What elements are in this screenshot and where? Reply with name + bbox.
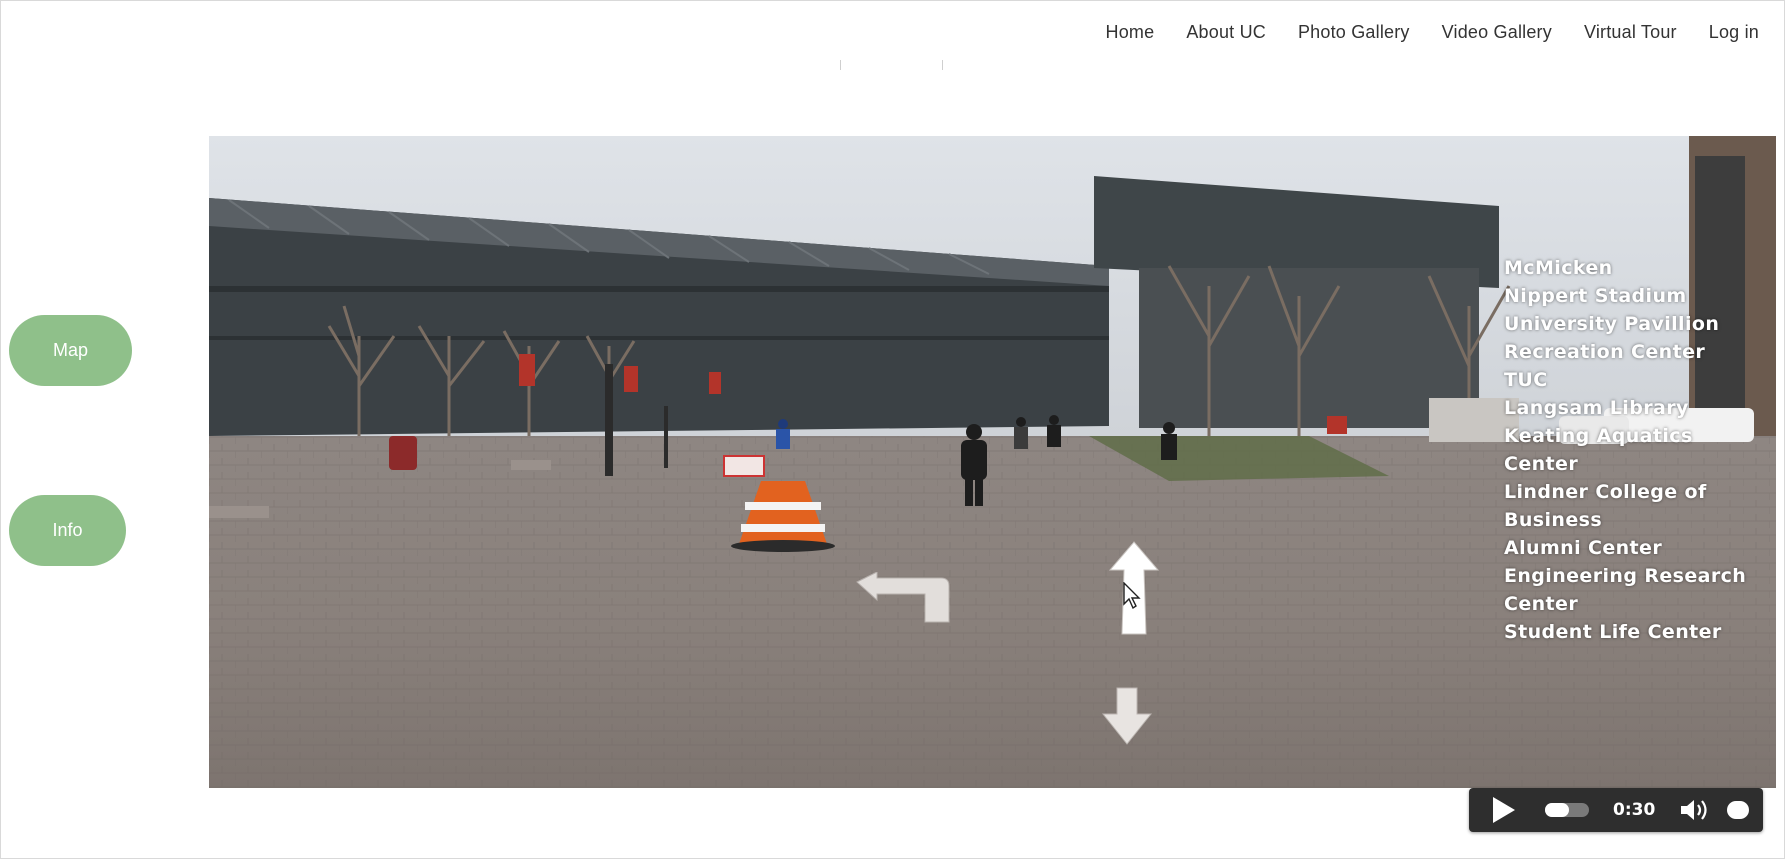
place-link[interactable]: Center [1504,590,1774,618]
place-link[interactable]: McMicken [1504,254,1774,282]
place-link[interactable]: University Pavillion [1504,310,1774,338]
nav-about-uc[interactable]: About UC [1170,18,1282,47]
volume-knob[interactable] [1727,801,1750,819]
divider-mark [942,60,943,70]
place-link[interactable]: Nippert Stadium [1504,282,1774,310]
place-link[interactable]: Recreation Center [1504,338,1774,366]
nav-home[interactable]: Home [1090,18,1171,47]
divider-mark [840,60,841,70]
volume-icon[interactable] [1679,797,1713,823]
place-link[interactable]: Student Life Center [1504,618,1774,646]
info-button[interactable]: Info [9,495,126,566]
place-link[interactable]: Engineering Research [1504,562,1774,590]
nav-photo-gallery[interactable]: Photo Gallery [1282,18,1426,47]
place-link[interactable]: Langsam Library [1504,394,1774,422]
back-arrow-icon[interactable] [1101,686,1153,746]
place-link[interactable]: Lindner College of [1504,478,1774,506]
turn-left-arrow-icon[interactable] [855,572,951,624]
place-link[interactable]: Keating Aquatics [1504,422,1774,450]
place-link[interactable]: TUC [1504,366,1774,394]
mouse-cursor-icon [1123,582,1141,610]
place-link[interactable]: Alumni Center [1504,534,1774,562]
campus-location-list: McMicken Nippert Stadium University Pavi… [1504,254,1774,646]
progress-bar[interactable] [1545,803,1589,817]
video-player-controls: 0:30 [1469,788,1763,832]
time-display: 0:30 [1613,800,1656,820]
play-icon[interactable] [1493,797,1515,823]
top-navigation: Home About UC Photo Gallery Video Galler… [1090,18,1776,47]
place-link[interactable]: Business [1504,506,1774,534]
nav-log-in[interactable]: Log in [1693,18,1775,47]
map-button[interactable]: Map [9,315,132,386]
nav-video-gallery[interactable]: Video Gallery [1426,18,1568,47]
progress-fill [1545,803,1570,817]
place-link[interactable]: Center [1504,450,1774,478]
nav-virtual-tour[interactable]: Virtual Tour [1568,18,1693,47]
